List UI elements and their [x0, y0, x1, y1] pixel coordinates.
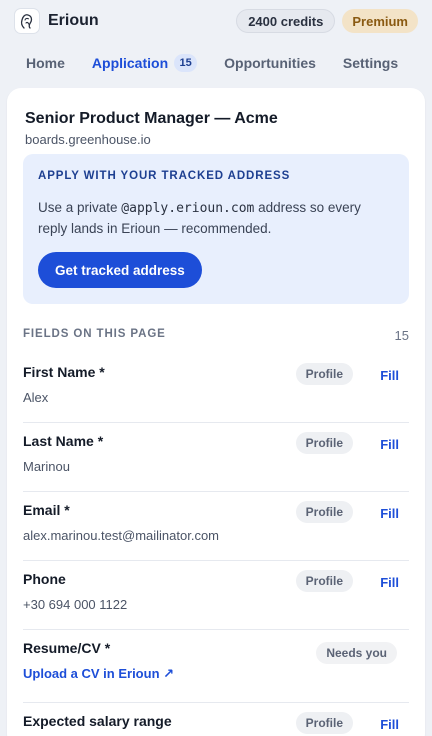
field-value: Alex [23, 390, 49, 405]
field-row-salary: Expected salary range Profile Fill [23, 703, 409, 736]
logo-icon [14, 8, 40, 34]
tab-label: Application [91, 55, 169, 71]
field-label-text: Expected salary range [23, 713, 172, 729]
application-card: Senior Product Manager — Acme boards.gre… [7, 88, 425, 736]
fill-button[interactable]: Fill [380, 437, 399, 452]
source-badge: Profile [295, 712, 353, 734]
source-badge: Profile [295, 570, 353, 592]
field-row-email: Email * alex.marinou.test@mailinator.com… [23, 492, 409, 561]
field-row-last-name: Last Name * Marinou Profile Fill [23, 423, 409, 492]
fields-heading: FIELDS ON THIS PAGE [23, 328, 166, 340]
promo-text-before: Use a private [38, 200, 122, 215]
upload-cv-link[interactable]: Upload a CV in Erioun ↗ [23, 666, 174, 682]
get-tracked-address-button[interactable]: Get tracked address [38, 252, 202, 288]
tab-opportunities[interactable]: Opportunities [224, 55, 316, 71]
fields-section-header: FIELDS ON THIS PAGE 15 [23, 328, 409, 343]
field-value: +30 694 000 1122 [23, 597, 128, 612]
tab-settings[interactable]: Settings [343, 55, 398, 71]
field-row-first-name: First Name * Alex Profile Fill [23, 354, 409, 423]
main-tabs: Home Application 15 Opportunities Settin… [0, 50, 432, 76]
field-label: Phone [23, 571, 66, 587]
source-badge: Profile [295, 501, 353, 523]
tab-label: Home [26, 55, 65, 71]
tab-home[interactable]: Home [26, 55, 65, 71]
field-label: Expected salary range [23, 713, 172, 729]
source-badge: Profile [295, 363, 353, 385]
field-label-text: First Name [23, 364, 96, 380]
needs-you-badge: Needs you [316, 642, 397, 664]
field-label-text: Last Name [23, 433, 94, 449]
fill-button[interactable]: Fill [380, 717, 399, 732]
field-label: Email * [23, 502, 70, 518]
job-title: Senior Product Manager — Acme [25, 110, 278, 127]
field-row-resume: Resume/CV * Upload a CV in Erioun ↗ Need… [23, 630, 409, 703]
field-label-text: Email [23, 502, 61, 518]
required-marker: * [95, 364, 105, 380]
field-row-phone: Phone +30 694 000 1122 Profile Fill [23, 561, 409, 630]
tab-application[interactable]: Application 15 [91, 54, 198, 72]
tab-count-badge: 15 [174, 54, 198, 72]
field-label: First Name * [23, 364, 105, 380]
premium-badge[interactable]: Premium [342, 9, 418, 33]
field-label-text: Phone [23, 571, 66, 587]
field-label: Last Name * [23, 433, 103, 449]
brand-name: Erioun [48, 12, 99, 29]
promo-text: Use a private @apply.erioun.com address … [38, 198, 388, 239]
tracked-address: @apply.erioun.com [121, 201, 255, 216]
fill-button[interactable]: Fill [380, 506, 399, 521]
fill-button[interactable]: Fill [380, 575, 399, 590]
promo-heading: APPLY WITH YOUR TRACKED ADDRESS [38, 170, 291, 182]
tracked-address-promo: APPLY WITH YOUR TRACKED ADDRESS Use a pr… [23, 154, 409, 304]
source-badge: Profile [295, 432, 353, 454]
tab-label: Settings [342, 55, 399, 71]
fields-count: 15 [394, 328, 409, 343]
field-label-text: Resume/CV [23, 640, 101, 656]
required-marker: * [100, 640, 111, 656]
required-marker: * [93, 433, 104, 449]
required-marker: * [60, 502, 70, 518]
job-source: boards.greenhouse.io [25, 132, 151, 147]
field-value: Marinou [23, 459, 70, 474]
fill-button[interactable]: Fill [380, 368, 399, 383]
app-header: Erioun 2400 credits Premium [0, 0, 432, 42]
credits-badge[interactable]: 2400 credits [236, 9, 336, 33]
field-label: Resume/CV * [23, 640, 110, 656]
field-value: alex.marinou.test@mailinator.com [23, 528, 219, 543]
tab-label: Opportunities [224, 55, 316, 71]
